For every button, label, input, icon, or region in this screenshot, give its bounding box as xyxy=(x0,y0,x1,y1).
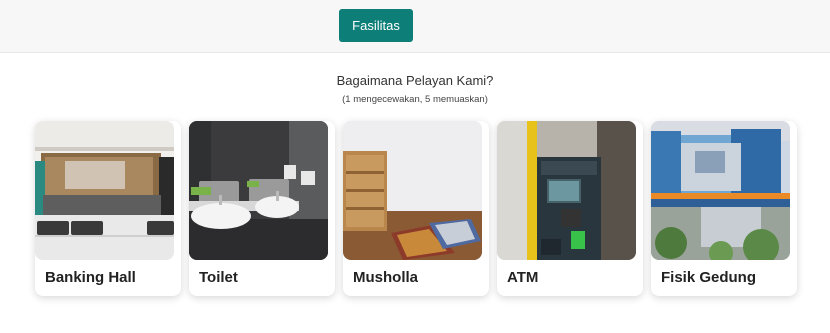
facility-card-atm[interactable]: ATM xyxy=(497,121,643,296)
banking-hall-photo xyxy=(35,121,174,260)
toilet-photo xyxy=(189,121,328,260)
tab-fasilitas[interactable]: Fasilitas xyxy=(339,9,413,42)
facility-card-toilet[interactable]: Toilet xyxy=(189,121,335,296)
card-title: ATM xyxy=(507,269,539,286)
card-title: Toilet xyxy=(199,269,238,286)
facility-card-banking-hall[interactable]: Banking Hall xyxy=(35,121,181,296)
atm-photo xyxy=(497,121,636,260)
musholla-photo xyxy=(343,121,482,260)
card-title: Fisik Gedung xyxy=(661,269,757,286)
card-title: Banking Hall xyxy=(45,269,136,286)
fisik-gedung-photo xyxy=(651,121,790,260)
facility-card-musholla[interactable]: Musholla xyxy=(343,121,489,296)
card-title: Musholla xyxy=(353,269,419,286)
survey-scale-hint: (1 mengecewakan, 5 memuaskan) xyxy=(342,94,488,105)
top-navigation-bar: Fasilitas xyxy=(0,0,830,53)
survey-question: Bagaimana Pelayan Kami? xyxy=(336,73,494,88)
facility-card-fisik-gedung[interactable]: Fisik Gedung xyxy=(651,121,797,296)
